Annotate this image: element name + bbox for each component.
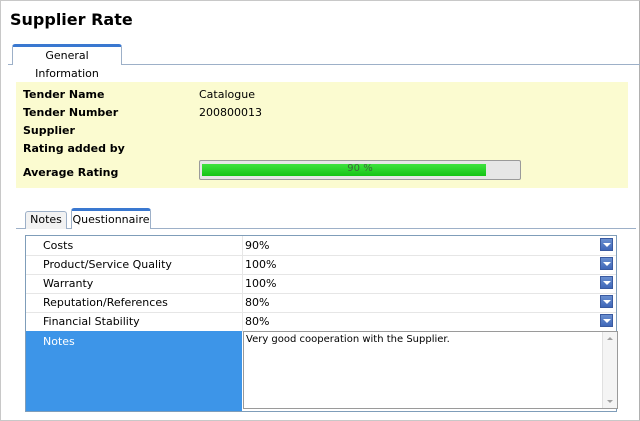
notes-label: Notes (43, 335, 75, 348)
grid-row-product-service-quality[interactable]: Product/Service Quality 100% (26, 255, 616, 275)
page-title: Supplier Rate (10, 10, 133, 29)
row-label: Costs (43, 239, 74, 252)
questionnaire-grid: Costs 90% Product/Service Quality 100% W… (25, 235, 618, 412)
grid-row-reputation-references[interactable]: Reputation/References 80% (26, 293, 616, 313)
tender-name-label: Tender Name (23, 88, 105, 101)
tender-number-label: Tender Number (23, 106, 119, 119)
row-value: 90% (245, 239, 270, 252)
tab-questionnaire[interactable]: Questionnaire (71, 208, 151, 229)
row-label: Warranty (43, 277, 94, 290)
notes-label-cell[interactable]: Notes (26, 331, 242, 411)
tender-name-value: Catalogue (199, 88, 255, 101)
grid-row-costs[interactable]: Costs 90% (26, 236, 616, 256)
general-information-panel: Tender Name Catalogue Tender Number 2008… (16, 82, 628, 188)
rating-added-by-label: Rating added by (23, 142, 125, 155)
grid-row-financial-stability[interactable]: Financial Stability 80% (26, 312, 616, 332)
row-value: 100% (245, 258, 277, 271)
tab-questionnaire-label: Questionnaire (72, 213, 150, 226)
cell-divider (242, 312, 243, 331)
dropdown-arrow-icon[interactable] (600, 257, 613, 270)
tender-number-value: 200800013 (199, 106, 262, 119)
average-rating-progress-bar: 90 % (199, 160, 521, 180)
grid-row-warranty[interactable]: Warranty 100% (26, 274, 616, 294)
top-tab-bar: General Information (8, 43, 640, 80)
notes-text-value: Very good cooperation with the Supplier. (246, 334, 450, 345)
scroll-up-icon[interactable] (607, 337, 613, 340)
tab-general-information[interactable]: General Information (12, 44, 122, 80)
grid-row-notes[interactable]: Notes Very good cooperation with the Sup… (26, 331, 618, 411)
dropdown-arrow-icon[interactable] (600, 314, 613, 327)
cell-divider (242, 293, 243, 312)
tab-notes-label: Notes (30, 213, 62, 226)
cell-divider (242, 255, 243, 274)
row-label: Financial Stability (43, 315, 140, 328)
cell-divider (242, 236, 243, 255)
supplier-label: Supplier (23, 124, 75, 137)
dropdown-arrow-icon[interactable] (600, 276, 613, 289)
row-value: 100% (245, 277, 277, 290)
notes-textarea[interactable]: Very good cooperation with the Supplier. (243, 331, 618, 409)
dropdown-arrow-icon[interactable] (600, 295, 613, 308)
average-rating-label: Average Rating (23, 166, 119, 179)
row-label: Product/Service Quality (43, 258, 172, 271)
row-value: 80% (245, 315, 270, 328)
row-label: Reputation/References (43, 296, 168, 309)
scroll-down-icon[interactable] (607, 400, 613, 403)
progress-text: 90 % (347, 163, 373, 174)
row-value: 80% (245, 296, 270, 309)
cell-divider (242, 274, 243, 293)
dropdown-arrow-icon[interactable] (600, 238, 613, 251)
tab-notes[interactable]: Notes (25, 211, 67, 229)
sub-tab-bar: Notes Questionnaire (16, 207, 636, 229)
tab-general-information-label: General Information (35, 49, 99, 80)
notes-scrollbar[interactable] (602, 332, 617, 408)
